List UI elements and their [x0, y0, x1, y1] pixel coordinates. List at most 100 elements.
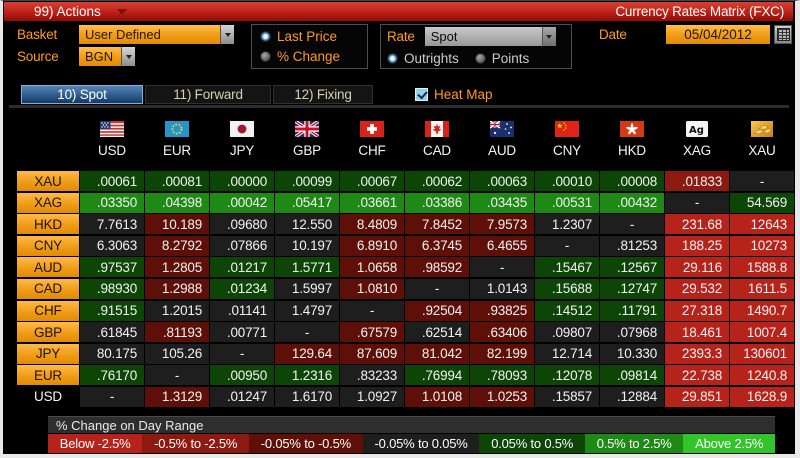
rate-cell-xag-hkd[interactable]: .00432 [600, 193, 664, 213]
rate-cell-cny-chf[interactable]: 6.8910 [340, 236, 404, 256]
rate-cell-cad-xag[interactable]: 29.532 [665, 279, 729, 299]
rate-cell-aud-gbp[interactable]: 1.5771 [275, 257, 339, 277]
rate-cell-hkd-xag[interactable]: 231.68 [665, 214, 729, 234]
row-header-eur[interactable]: EUR [17, 365, 79, 385]
rate-cell-cad-eur[interactable]: 1.2988 [145, 279, 209, 299]
rate-cell-cny-xau[interactable]: 10273 [730, 236, 794, 256]
column-header-xau[interactable]: XAU [730, 121, 794, 158]
column-header-eur[interactable]: EUR [145, 121, 209, 158]
rate-cell-aud-cny[interactable]: .15467 [535, 257, 599, 277]
rate-cell-hkd-aud[interactable]: 7.9573 [470, 214, 534, 234]
rate-cell-chf-cad[interactable]: .92504 [405, 301, 469, 321]
basket-select[interactable]: User Defined [79, 25, 234, 44]
rate-cell-cny-eur[interactable]: 8.2792 [145, 236, 209, 256]
rate-cell-chf-gbp[interactable]: 1.4797 [275, 301, 339, 321]
rate-cell-xau-jpy[interactable]: .00000 [210, 171, 274, 191]
rate-cell-usd-xau[interactable]: 1628.9 [730, 387, 794, 407]
rate-cell-eur-aud[interactable]: .78093 [470, 365, 534, 385]
rate-cell-aud-eur[interactable]: 1.2805 [145, 257, 209, 277]
rate-cell-chf-jpy[interactable]: .01141 [210, 301, 274, 321]
rate-cell-usd-eur[interactable]: 1.3129 [145, 387, 209, 407]
rate-cell-xag-chf[interactable]: .03661 [340, 193, 404, 213]
rate-cell-usd-chf[interactable]: 1.0927 [340, 387, 404, 407]
rate-cell-usd-gbp[interactable]: 1.6170 [275, 387, 339, 407]
rate-cell-gbp-gbp[interactable]: - [275, 322, 339, 342]
rate-cell-xau-cad[interactable]: .00062 [405, 171, 469, 191]
rate-cell-xau-usd[interactable]: .00061 [80, 171, 144, 191]
rate-cell-cad-chf[interactable]: 1.0810 [340, 279, 404, 299]
column-header-chf[interactable]: CHF [340, 121, 404, 158]
rate-cell-eur-cny[interactable]: .12078 [535, 365, 599, 385]
points-option[interactable]: Points [475, 51, 530, 66]
rate-cell-cny-gbp[interactable]: 10.197 [275, 236, 339, 256]
rate-cell-xag-eur[interactable]: .04398 [145, 193, 209, 213]
rate-cell-hkd-xau[interactable]: 12643 [730, 214, 794, 234]
rate-cell-hkd-hkd[interactable]: - [600, 214, 664, 234]
rate-cell-xag-usd[interactable]: .03350 [80, 193, 144, 213]
rate-cell-chf-eur[interactable]: 1.2015 [145, 301, 209, 321]
column-header-jpy[interactable]: JPY [210, 121, 274, 158]
rate-cell-gbp-chf[interactable]: .67579 [340, 322, 404, 342]
rate-cell-cny-hkd[interactable]: .81253 [600, 236, 664, 256]
rate-cell-gbp-jpy[interactable]: .00771 [210, 322, 274, 342]
source-select[interactable]: BGN [79, 47, 135, 66]
rate-cell-gbp-aud[interactable]: .63406 [470, 322, 534, 342]
rate-cell-xau-aud[interactable]: .00063 [470, 171, 534, 191]
rate-cell-gbp-xag[interactable]: 18.461 [665, 322, 729, 342]
rate-select[interactable]: Spot [425, 27, 556, 46]
rate-cell-xau-xau[interactable]: - [730, 171, 794, 191]
chevron-down-icon[interactable] [220, 25, 234, 44]
rate-cell-hkd-usd[interactable]: 7.7613 [80, 214, 144, 234]
rate-cell-hkd-gbp[interactable]: 12.550 [275, 214, 339, 234]
rate-cell-xag-xau[interactable]: 54.569 [730, 193, 794, 213]
rate-cell-chf-hkd[interactable]: .11791 [600, 301, 664, 321]
rate-cell-eur-xag[interactable]: 22.738 [665, 365, 729, 385]
rate-cell-eur-hkd[interactable]: .09814 [600, 365, 664, 385]
rate-cell-jpy-eur[interactable]: 105.26 [145, 344, 209, 364]
rate-cell-gbp-cad[interactable]: .62514 [405, 322, 469, 342]
calendar-button[interactable] [774, 25, 792, 44]
rate-cell-jpy-cny[interactable]: 12.714 [535, 344, 599, 364]
rate-cell-aud-jpy[interactable]: .01217 [210, 257, 274, 277]
rate-cell-xag-xag[interactable]: - [665, 193, 729, 213]
last-price-option[interactable]: Last Price [260, 29, 359, 44]
row-header-cad[interactable]: CAD [17, 279, 79, 299]
rate-cell-jpy-hkd[interactable]: 10.330 [600, 344, 664, 364]
chevron-down-icon[interactable] [542, 27, 556, 46]
rate-cell-cad-gbp[interactable]: 1.5997 [275, 279, 339, 299]
rate-cell-eur-eur[interactable]: - [145, 365, 209, 385]
rate-cell-usd-cny[interactable]: .15857 [535, 387, 599, 407]
rate-cell-jpy-chf[interactable]: 87.609 [340, 344, 404, 364]
rate-cell-usd-jpy[interactable]: .01247 [210, 387, 274, 407]
row-header-cny[interactable]: CNY [17, 236, 79, 256]
rate-cell-xau-hkd[interactable]: .00008 [600, 171, 664, 191]
rate-cell-gbp-usd[interactable]: .61845 [80, 322, 144, 342]
rate-cell-xag-gbp[interactable]: .05417 [275, 193, 339, 213]
column-header-aud[interactable]: AUD [470, 121, 534, 158]
rate-cell-chf-aud[interactable]: .93825 [470, 301, 534, 321]
rate-cell-jpy-cad[interactable]: 81.042 [405, 344, 469, 364]
rate-cell-usd-xag[interactable]: 29.851 [665, 387, 729, 407]
rate-cell-eur-usd[interactable]: .76170 [80, 365, 144, 385]
rate-cell-cny-jpy[interactable]: .07866 [210, 236, 274, 256]
rate-cell-cad-cad[interactable]: - [405, 279, 469, 299]
chevron-down-icon[interactable] [121, 47, 135, 66]
date-input[interactable]: 05/04/2012 [666, 25, 770, 44]
row-header-hkd[interactable]: HKD [17, 214, 79, 234]
row-header-xau[interactable]: XAU [17, 171, 79, 191]
row-header-chf[interactable]: CHF [17, 301, 79, 321]
rate-cell-xag-cad[interactable]: .03386 [405, 193, 469, 213]
rate-cell-cny-cny[interactable]: - [535, 236, 599, 256]
row-header-jpy[interactable]: JPY [17, 344, 79, 364]
rate-cell-aud-cad[interactable]: .98592 [405, 257, 469, 277]
rate-cell-hkd-cad[interactable]: 7.8452 [405, 214, 469, 234]
rate-cell-eur-chf[interactable]: .83233 [340, 365, 404, 385]
rate-cell-cny-usd[interactable]: 6.3063 [80, 236, 144, 256]
rate-cell-xag-aud[interactable]: .03435 [470, 193, 534, 213]
rate-cell-eur-gbp[interactable]: 1.2316 [275, 365, 339, 385]
rate-cell-jpy-gbp[interactable]: 129.64 [275, 344, 339, 364]
outrights-option[interactable]: Outrights [387, 51, 459, 66]
rate-cell-xau-gbp[interactable]: .00099 [275, 171, 339, 191]
rate-cell-hkd-jpy[interactable]: .09680 [210, 214, 274, 234]
rate-cell-xau-cny[interactable]: .00010 [535, 171, 599, 191]
